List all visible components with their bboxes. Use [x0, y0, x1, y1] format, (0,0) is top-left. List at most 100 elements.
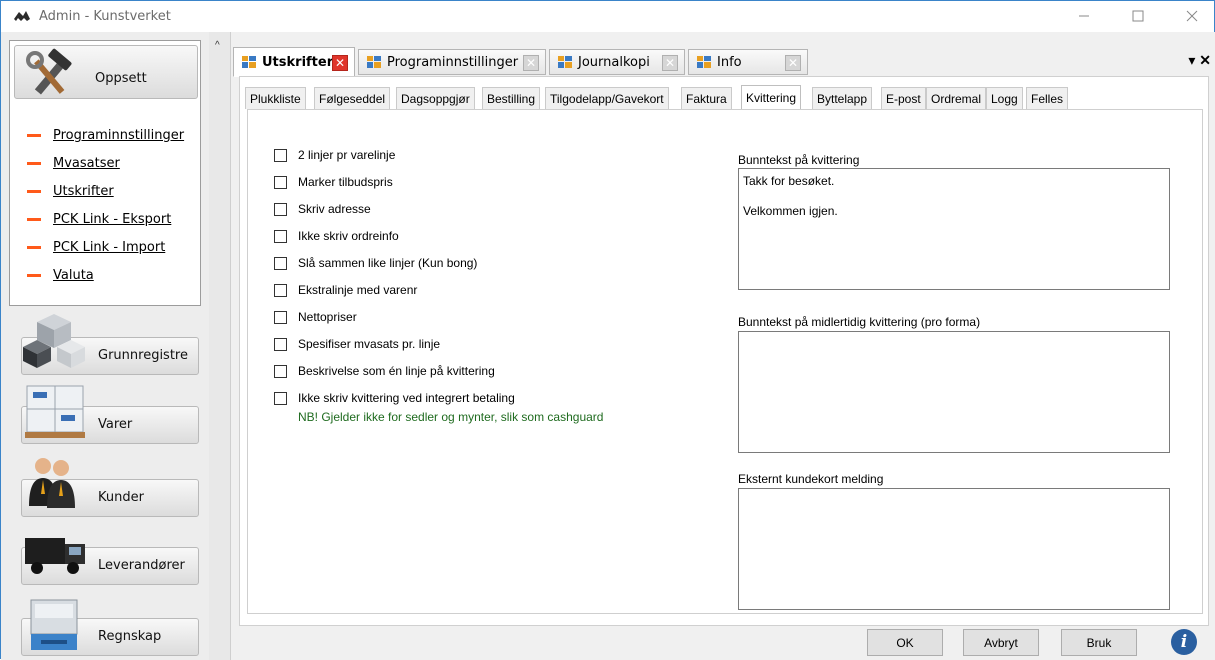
- menu-item-utskrifter[interactable]: Utskrifter: [20, 177, 200, 205]
- close-icon: [1186, 10, 1198, 22]
- option-label: Ekstralinje med varenr: [298, 283, 418, 297]
- checkbox[interactable]: [274, 202, 287, 216]
- midlertidig-label: Bunntekst på midlertidig kvittering (pro…: [738, 315, 981, 329]
- checkbox[interactable]: [274, 256, 287, 270]
- subtab-faktura[interactable]: Faktura: [681, 87, 732, 109]
- checkbox[interactable]: [274, 229, 287, 243]
- maximize-button[interactable]: [1115, 1, 1161, 31]
- close-tab-icon[interactable]: ✕: [523, 55, 539, 71]
- menu-link[interactable]: Utskrifter: [53, 184, 114, 199]
- option-row[interactable]: Slå sammen like linjer (Kun bong): [274, 255, 477, 271]
- tab-utskrifter[interactable]: Utskrifter ✕: [233, 47, 355, 77]
- option-row[interactable]: Skriv adresse: [274, 201, 371, 217]
- subtab-label: Bestilling: [487, 91, 536, 106]
- menu-item-pck-import[interactable]: PCK Link - Import: [20, 233, 200, 261]
- tab-programinnstillinger[interactable]: Programinnstillinger ✕: [358, 49, 546, 75]
- option-row[interactable]: Ikke skriv kvittering ved integrert beta…: [274, 390, 515, 406]
- close-tab-icon[interactable]: ✕: [662, 55, 678, 71]
- scroll-up-icon[interactable]: ^: [215, 40, 220, 51]
- subtab-plukkliste[interactable]: Plukkliste: [245, 87, 306, 109]
- sidebar-section-label: Leverandører: [98, 558, 185, 573]
- checkbox[interactable]: [274, 283, 287, 297]
- checkbox[interactable]: [274, 310, 287, 324]
- subtab-logg[interactable]: Logg: [986, 87, 1023, 109]
- bullet-dash: [27, 133, 41, 137]
- menu-item-programinnstillinger[interactable]: Programinnstillinger: [20, 121, 200, 149]
- app-window: Admin - Kunstverket Oppsett Programinnst…: [0, 0, 1215, 660]
- oppsett-panel: Oppsett Programinnstillinger Mvasatser U…: [9, 40, 201, 306]
- option-row[interactable]: Nettopriser: [274, 309, 357, 325]
- subtab-bestilling[interactable]: Bestilling: [482, 87, 541, 109]
- checkbox[interactable]: [274, 175, 287, 189]
- subtab-felles[interactable]: Felles: [1026, 87, 1069, 109]
- option-label: Slå sammen like linjer (Kun bong): [298, 256, 478, 270]
- cubes-icon: [23, 314, 85, 368]
- option-label: Spesifiser mvasats pr. linje: [298, 337, 441, 351]
- bullet-dash: [27, 217, 41, 221]
- menu-item-mvasatser[interactable]: Mvasatser: [20, 149, 200, 177]
- option-label: 2 linjer pr varelinje: [298, 148, 396, 162]
- checkbox[interactable]: [274, 391, 287, 405]
- ok-button[interactable]: OK: [867, 629, 943, 656]
- oppsett-menu: Programinnstillinger Mvasatser Utskrifte…: [20, 121, 200, 289]
- option-label: Ikke skriv kvittering ved integrert beta…: [298, 391, 515, 405]
- boxes-icon: [25, 385, 85, 438]
- apply-button[interactable]: Bruk: [1061, 629, 1137, 656]
- option-label: Skriv adresse: [298, 202, 371, 216]
- subtab-byttelapp[interactable]: Byttelapp: [812, 87, 873, 109]
- option-row[interactable]: Ikke skriv ordreinfo: [274, 228, 399, 244]
- midlertidig-textarea[interactable]: [738, 331, 1170, 453]
- info-icon[interactable]: i: [1171, 629, 1197, 655]
- option-row[interactable]: Marker tilbudspris: [274, 174, 393, 190]
- subtab-ordremal[interactable]: Ordremal: [926, 87, 987, 109]
- bullet-dash: [27, 245, 41, 249]
- sidebar-section-label: Grunnregistre: [98, 348, 188, 363]
- bunntekst-label: Bunntekst på kvittering: [738, 153, 860, 167]
- sidebar-section-oppsett[interactable]: Oppsett: [14, 45, 198, 99]
- option-row[interactable]: Ekstralinje med varenr: [274, 282, 417, 298]
- window-icon: [242, 56, 256, 68]
- tab-info[interactable]: Info ✕: [688, 49, 808, 75]
- tab-list-dropdown-icon[interactable]: ▾: [1188, 52, 1195, 68]
- close-tab-icon[interactable]: ✕: [785, 55, 801, 71]
- menu-link[interactable]: PCK Link - Eksport: [53, 212, 171, 227]
- checkbox[interactable]: [274, 337, 287, 351]
- minimize-icon: [1079, 15, 1089, 17]
- window-title: Admin - Kunstverket: [39, 9, 171, 24]
- sidebar-section-label: Kunder: [98, 490, 144, 505]
- option-row[interactable]: Spesifiser mvasats pr. linje: [274, 336, 440, 352]
- option-row[interactable]: Beskrivelse som én linje på kvittering: [274, 363, 495, 379]
- document-tab-bar: Utskrifter ✕ Programinnstillinger ✕ Jour…: [231, 44, 1215, 77]
- subtab-tilgodelapp[interactable]: Tilgodelapp/Gavekort: [545, 87, 669, 109]
- sidebar-scrollbar[interactable]: ^: [209, 32, 231, 660]
- subtab-label: Felles: [1031, 91, 1064, 106]
- cancel-button[interactable]: Avbryt: [963, 629, 1039, 656]
- subtab-folgeseddel[interactable]: Følgeseddel: [314, 87, 391, 109]
- window-icon: [558, 56, 572, 68]
- menu-item-pck-eksport[interactable]: PCK Link - Eksport: [20, 205, 200, 233]
- subtab-label: Dagsoppgjør: [401, 91, 470, 106]
- close-active-tab-icon[interactable]: ✕: [1199, 52, 1211, 68]
- subtab-label: Kvittering: [746, 91, 797, 105]
- option-row[interactable]: 2 linjer pr varelinje: [274, 147, 395, 163]
- subtab-label: Følgeseddel: [319, 91, 386, 106]
- sidebar-section-label: Regnskap: [98, 629, 162, 644]
- checkbox[interactable]: [274, 148, 287, 162]
- bunntekst-textarea[interactable]: Takk for besøket. Velkommen igjen.: [738, 168, 1170, 290]
- close-window-button[interactable]: [1169, 1, 1215, 31]
- menu-item-valuta[interactable]: Valuta: [20, 261, 200, 289]
- menu-link[interactable]: Mvasatser: [53, 156, 120, 171]
- menu-link[interactable]: PCK Link - Import: [53, 240, 165, 255]
- menu-link[interactable]: Valuta: [53, 268, 94, 283]
- subtab-epost[interactable]: E-post: [881, 87, 926, 109]
- app-logo-icon: [14, 11, 30, 21]
- eksternt-textarea[interactable]: [738, 488, 1170, 610]
- subtab-dagsoppgjor[interactable]: Dagsoppgjør: [396, 87, 475, 109]
- close-tab-icon[interactable]: ✕: [332, 55, 348, 71]
- minimize-button[interactable]: [1061, 1, 1107, 31]
- subtab-kvittering[interactable]: Kvittering: [741, 85, 802, 110]
- eksternt-label: Eksternt kundekort melding: [738, 472, 884, 486]
- menu-link[interactable]: Programinnstillinger: [53, 128, 184, 143]
- tab-journalkopi[interactable]: Journalkopi ✕: [549, 49, 685, 75]
- checkbox[interactable]: [274, 364, 287, 378]
